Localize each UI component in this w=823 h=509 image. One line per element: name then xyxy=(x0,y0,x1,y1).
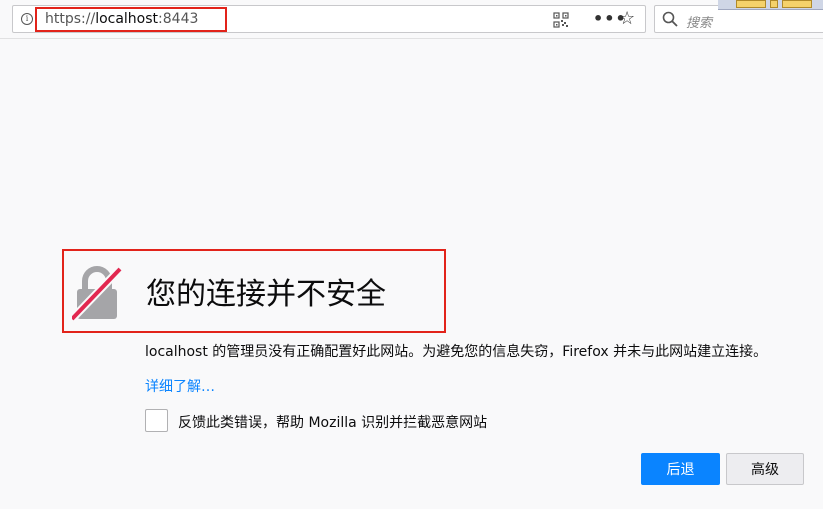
info-icon[interactable]: i xyxy=(21,13,33,25)
go-back-button[interactable]: 后退 xyxy=(641,453,720,485)
report-error-checkbox[interactable] xyxy=(145,409,168,432)
title-highlight-box: 您的连接并不安全 xyxy=(62,249,446,333)
url-highlight-box xyxy=(35,7,227,32)
corner-widgets xyxy=(718,0,823,10)
broken-lock-icon xyxy=(72,266,122,321)
qr-code-icon[interactable] xyxy=(553,12,569,28)
address-bar[interactable]: i https://localhost:8443 ••• ☆ xyxy=(12,5,646,33)
error-page: 您的连接并不安全 localhost 的管理员没有正确配置好此网站。为避免您的信… xyxy=(0,40,823,509)
error-description: localhost 的管理员没有正确配置好此网站。为避免您的信息失窃，Firef… xyxy=(145,344,768,360)
page-title: 您的连接并不安全 xyxy=(146,277,386,312)
corner-widget xyxy=(782,0,812,8)
corner-widget xyxy=(736,0,766,8)
report-error-label: 反馈此类错误，帮助 Mozilla 识别并拦截恶意网站 xyxy=(178,415,488,431)
learn-more-link[interactable]: 详细了解… xyxy=(145,376,215,396)
browser-toolbar: i https://localhost:8443 ••• ☆ 搜索 xyxy=(0,0,823,40)
star-icon[interactable]: ☆ xyxy=(619,8,635,29)
search-icon xyxy=(662,11,678,27)
search-placeholder: 搜索 xyxy=(686,16,713,31)
toolbar-divider xyxy=(0,38,823,39)
advanced-button[interactable]: 高级 xyxy=(726,453,804,485)
corner-widget xyxy=(770,0,778,8)
